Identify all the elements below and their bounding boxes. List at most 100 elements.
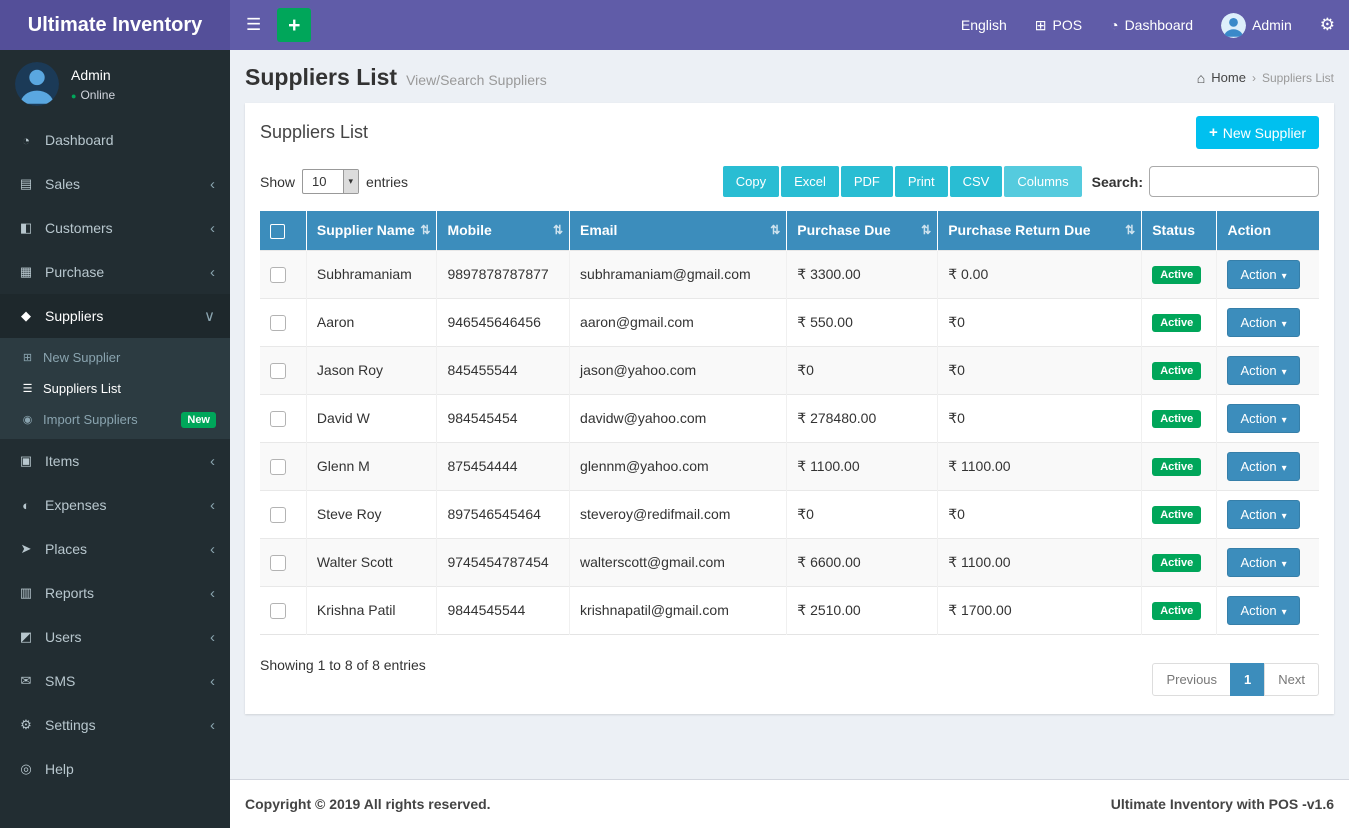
export-pdf-button[interactable]: PDF [840,166,893,197]
column-header-label: Purchase Return Due [948,222,1091,239]
plus-icon: + [1208,124,1218,141]
sidebar-subitem-import-suppliers[interactable]: ◉ Import Suppliers New [0,404,230,435]
sidebar-item-users[interactable]: ◩ Users ‹ [0,615,230,659]
action-button-label: Action [1240,554,1277,570]
column-header-purchase-due[interactable]: Purchase Due ⇅ [786,211,939,251]
home-icon: ⌂ [1196,69,1206,86]
row-checkbox[interactable] [270,602,286,619]
action-cell: Action ▾ [1216,345,1319,395]
content-wrapper: Suppliers List View/Search Suppliers ⌂ H… [230,50,1349,828]
sidebar-subitem-new-supplier[interactable]: ⊞ New Supplier [0,342,230,373]
sidebar-item-items[interactable]: ▣ Items ‹ [0,439,230,483]
sidebar-item-help[interactable]: ◎ Help [0,747,230,791]
page-titles: Suppliers List View/Search Suppliers [245,64,547,91]
supplier-name-cell: Subhramaniam [305,249,437,299]
search-input[interactable] [1149,166,1319,197]
sidebar-subitem-label: Import Suppliers [43,412,138,427]
column-header-supplier-name[interactable]: Supplier Name ⇅ [306,211,438,251]
sort-icon: ⇅ [1125,223,1136,238]
caret-down-icon: ▾ [1281,414,1287,426]
purchase-return-due-cell: ₹ 0.00 [937,249,1142,299]
supplier-name-cell: Krishna Patil [305,585,437,635]
action-button[interactable]: Action ▾ [1227,499,1300,529]
sales-icon: ▤ [19,176,33,191]
row-checkbox[interactable] [270,410,286,427]
sidebar-item-settings[interactable]: ⚙ Settings ‹ [0,703,230,747]
action-button[interactable]: Action ▾ [1227,595,1300,625]
online-dot-icon: ● [71,90,77,101]
column-header-email[interactable]: Email ⇅ [569,211,788,251]
email-cell: subhramaniam@gmail.com [569,249,787,299]
sidebar-toggle-button[interactable]: ☰ [230,0,277,50]
suppliers-table: Supplier Name ⇅ Mobile ⇅ Email ⇅ Purchase Due ⇅… [260,211,1319,635]
pagination-next[interactable]: Next [1264,662,1319,696]
breadcrumb-home[interactable]: Home [1211,70,1246,85]
action-button[interactable]: Action ▾ [1227,451,1300,481]
export-columns-button[interactable]: Columns [1004,166,1082,197]
pagination-page-1[interactable]: 1 [1230,662,1266,696]
column-header-purchase-return-due[interactable]: Purchase Return Due ⇅ [937,211,1143,251]
action-button[interactable]: Action ▾ [1227,307,1300,337]
row-checkbox[interactable] [270,362,286,379]
nav-pos[interactable]: ⊞ POS [1021,0,1096,50]
sidebar-item-dashboard[interactable]: ◔ Dashboard [0,118,230,162]
purchase-due-cell: ₹ 6600.00 [786,537,938,587]
supplier-name-cell: Walter Scott [305,537,437,587]
sidebar-item-customers[interactable]: ◧ Customers ‹ [0,206,230,250]
column-header-label: Supplier Name [316,222,415,239]
sidebar-user-status[interactable]: ● Online [71,88,115,102]
sidebar-item-reports[interactable]: ▥ Reports ‹ [0,571,230,615]
app-logo[interactable]: Ultimate Inventory [0,0,230,50]
sidebar-item-purchase[interactable]: ▦ Purchase ‹ [0,250,230,294]
export-copy-button[interactable]: Copy [722,166,780,197]
nav-language[interactable]: English [947,0,1021,50]
select-all-checkbox[interactable] [270,223,285,239]
sidebar-item-sales[interactable]: ▤ Sales ‹ [0,162,230,206]
action-button-label: Action [1240,506,1277,522]
pagination-previous[interactable]: Previous [1152,662,1232,696]
export-print-button[interactable]: Print [894,166,948,197]
row-checkbox[interactable] [270,314,286,331]
sidebar-item-sms[interactable]: ✉ SMS ‹ [0,659,230,703]
action-button[interactable]: Action ▾ [1227,547,1300,577]
suppliers-submenu: ⊞ New Supplier ☰ Suppliers List ◉ Import Supp… [0,338,230,439]
users-icon: ◩ [19,629,33,644]
sidebar-subitem-suppliers-list[interactable]: ☰ Suppliers List [0,373,230,404]
chevron-icon: ‹ [210,175,215,193]
action-button[interactable]: Action ▾ [1227,259,1300,289]
column-header-mobile[interactable]: Mobile ⇅ [436,211,571,251]
top-navbar: ☰ + English ⊞ POS ◔ Dashboard Admin ⚙ [230,0,1349,50]
sidebar-item-suppliers[interactable]: ◆ Suppliers ∨ [0,294,230,338]
export-csv-button[interactable]: CSV [949,166,1003,197]
action-button[interactable]: Action ▾ [1227,355,1300,385]
export-excel-button[interactable]: Excel [781,166,839,197]
dashboard-icon: ◔ [1110,17,1119,33]
supplier-name-cell: Steve Roy [305,489,437,539]
nav-user-menu[interactable]: Admin [1207,0,1306,50]
status-badge: Active [1152,553,1202,572]
row-checkbox[interactable] [270,266,286,283]
action-cell: Action ▾ [1216,393,1319,443]
action-button[interactable]: Action ▾ [1227,403,1300,433]
table-row: David W 984545454 davidw@yahoo.com ₹ 278480… [260,393,1319,443]
mobile-cell: 9745454787454 [436,537,570,587]
nav-dashboard[interactable]: ◔ Dashboard [1096,0,1207,50]
quick-add-button[interactable]: + [277,8,312,42]
row-checkbox[interactable] [270,506,286,523]
sidebar-subitem-label: New Supplier [43,350,121,365]
new-supplier-button[interactable]: + New Supplier [1195,116,1319,149]
nav-settings[interactable]: ⚙ [1306,0,1349,50]
page-length-control: Show 10 ▾ entries [260,169,408,194]
table-row: Walter Scott 9745454787454 walterscott@gma… [260,537,1319,587]
sidebar-item-places[interactable]: ➤ Places ‹ [0,527,230,571]
status-badge: Active [1152,505,1202,524]
row-checkbox[interactable] [270,554,286,571]
purchase-due-cell: ₹ 2510.00 [786,585,938,635]
column-header-label: Email [580,222,618,239]
caret-down-icon: ▾ [1281,510,1287,522]
page-title: Suppliers List [245,64,398,90]
row-checkbox[interactable] [270,458,286,475]
caret-down-icon: ▾ [1281,558,1287,570]
entries-select[interactable]: 10 ▾ [302,169,360,194]
sidebar-item-expenses[interactable]: ◐ Expenses ‹ [0,483,230,527]
